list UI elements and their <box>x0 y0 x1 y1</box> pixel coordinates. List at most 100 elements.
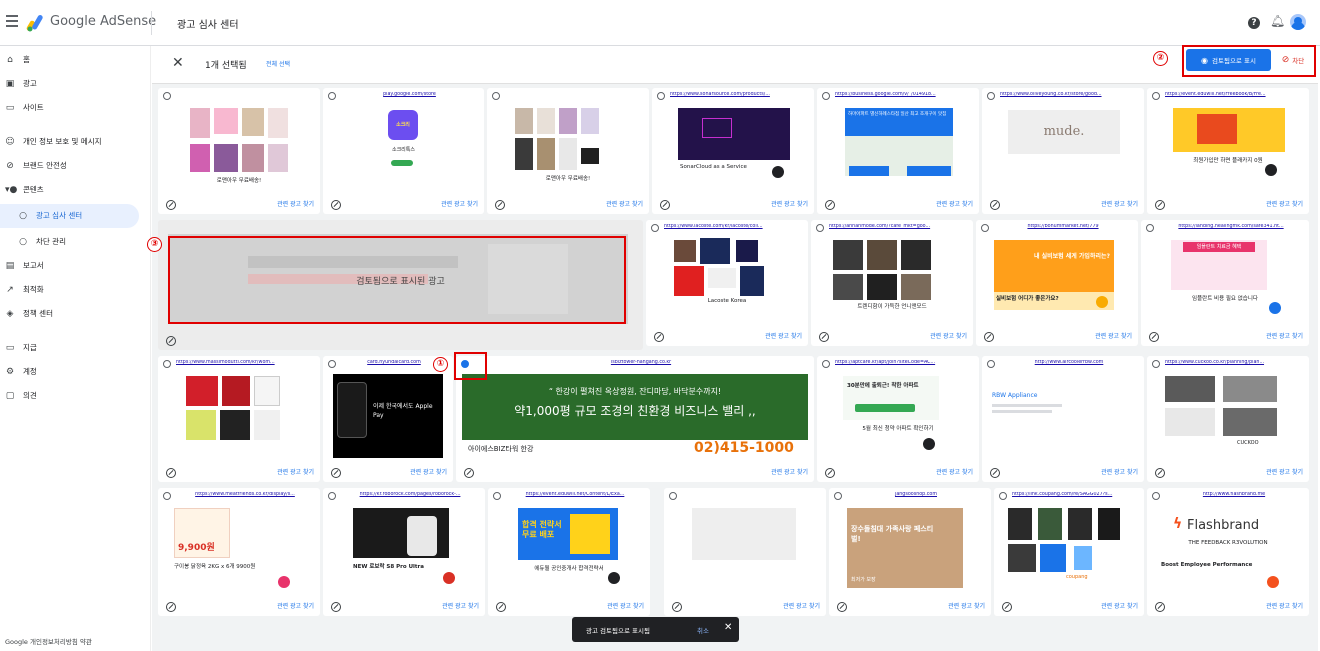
block-icon[interactable] <box>984 332 994 342</box>
ad-card[interactable]: play.google.com/store 소크리 소크리톡스 관련 광고 찾기 <box>323 88 484 214</box>
block-icon[interactable] <box>166 468 176 478</box>
select-radio[interactable] <box>987 92 995 100</box>
related-ads-link[interactable]: 관련 광고 찾기 <box>277 601 314 610</box>
select-radio[interactable] <box>163 92 171 100</box>
sidebar-item-ad-review-center[interactable]: ○ 광고 심사 센터 <box>0 204 139 228</box>
ad-card[interactable]: card.hyundaicard.com 이제 한국에서도 Apple Pay … <box>323 356 453 482</box>
sidebar-item-sites[interactable]: ▭ 사이트 <box>0 96 140 120</box>
ad-url[interactable]: https://www.cuckoo.co.kr/planning/plan..… <box>1165 360 1303 365</box>
ad-url[interactable]: http://www.flashbrand.me <box>1165 492 1303 497</box>
ad-url[interactable]: https://link.coupang.com/re/SAGG027?s... <box>1012 492 1138 497</box>
ad-url[interactable]: https://bohummarket.net/779 <box>994 224 1132 229</box>
block-icon[interactable] <box>1149 332 1159 342</box>
close-icon[interactable]: ✕ <box>724 622 732 633</box>
block-icon[interactable] <box>672 602 682 612</box>
related-ads-link[interactable]: 관련 광고 찾기 <box>1266 331 1303 340</box>
block-icon[interactable] <box>1002 602 1012 612</box>
select-radio[interactable] <box>492 92 500 100</box>
ad-card[interactable]: 관련 광고 찾기 <box>664 488 826 616</box>
ad-card[interactable]: http://www.aircoolerrbw.com RBW Applianc… <box>982 356 1144 482</box>
related-ads-link[interactable]: 관련 광고 찾기 <box>1101 601 1138 610</box>
ad-url[interactable]: https://landing.healingmk.com/safe341.ht… <box>1159 224 1303 229</box>
select-radio[interactable] <box>657 92 665 100</box>
ad-url[interactable]: http://www.aircoolerrbw.com <box>1000 360 1138 365</box>
related-ads-link[interactable]: 관련 광고 찾기 <box>441 199 478 208</box>
related-ads-link[interactable]: 관련 광고 찾기 <box>1266 199 1303 208</box>
sidebar-item-ads[interactable]: ▣ 광고 <box>0 72 140 96</box>
ad-url[interactable]: https://www.massimodutti.com/kr/wom... <box>176 360 314 365</box>
related-ads-link[interactable]: 관련 광고 찾기 <box>1266 601 1303 610</box>
select-radio[interactable] <box>999 492 1007 500</box>
ad-url[interactable]: https://business.google.com/v/_/014918..… <box>835 92 973 97</box>
ad-card[interactable]: jangsooshop.com 장수돌침대 가족사랑 페스티벌! 최저가 보장 … <box>829 488 991 616</box>
ad-url[interactable]: jangsooshop.com <box>847 492 985 497</box>
related-ads-link[interactable]: 관련 광고 찾기 <box>1101 199 1138 208</box>
related-ads-link[interactable]: 관련 광고 찾기 <box>936 199 973 208</box>
block-icon[interactable] <box>1155 468 1165 478</box>
block-icon[interactable] <box>331 468 341 478</box>
ad-url[interactable]: https://kr.roborock.com/pages/roborock-.… <box>341 492 479 497</box>
select-radio[interactable] <box>981 224 989 232</box>
select-radio[interactable] <box>328 492 336 500</box>
select-radio[interactable] <box>328 360 336 368</box>
select-all-link[interactable]: 전체 선택 <box>266 59 290 68</box>
block-icon[interactable] <box>990 200 1000 210</box>
ad-url[interactable]: card.hyundaicard.com <box>341 360 447 365</box>
ad-card[interactable]: https://link.coupang.com/re/SAGG027?s...… <box>994 488 1144 616</box>
select-radio[interactable] <box>493 492 501 500</box>
select-radio[interactable] <box>822 92 830 100</box>
close-icon[interactable]: ✕ <box>172 55 184 71</box>
ad-card[interactable]: https://aptcare.kr/apt/join?siteCode=AC.… <box>817 356 979 482</box>
select-radio[interactable] <box>163 492 171 500</box>
block-icon[interactable] <box>166 602 176 612</box>
related-ads-link[interactable]: 관련 광고 찾기 <box>410 467 447 476</box>
ad-url[interactable]: isbiztower-hangang.co.kr <box>474 360 808 365</box>
block-icon[interactable] <box>495 200 505 210</box>
ad-url[interactable]: https://event.eduwill.net/Freebook/B/Fre… <box>1165 92 1303 97</box>
ad-card[interactable]: https://www.oliveyoung.co.kr/store/good.… <box>982 88 1144 214</box>
select-radio[interactable] <box>822 360 830 368</box>
block-icon[interactable] <box>660 200 670 210</box>
ad-url[interactable]: https://www.meatfriends.co.kr/display/s.… <box>176 492 314 497</box>
ad-card[interactable]: https://event.eduwill.net/Content/L/Exa.… <box>488 488 650 616</box>
sidebar-item-policy-center[interactable]: ◈ 정책 센터 <box>0 302 140 326</box>
ad-card[interactable]: http://www.flashbrand.me ϟ Flashbrand TH… <box>1147 488 1309 616</box>
ad-url[interactable]: https://event.eduwill.net/Content/L/Exa.… <box>506 492 644 497</box>
sidebar-item-reports[interactable]: ▤ 보고서 <box>0 254 140 278</box>
related-ads-link[interactable]: 관련 광고 찾기 <box>930 331 967 340</box>
menu-icon[interactable] <box>6 15 18 27</box>
related-ads-link[interactable]: 관련 광고 찾기 <box>277 467 314 476</box>
block-icon[interactable] <box>496 602 506 612</box>
ad-card[interactable]: 로맨아우 무료배송! 관련 광고 찾기 <box>487 88 649 214</box>
sidebar-item-brand-safety[interactable]: ⊘ 브랜드 안전성 <box>0 154 140 178</box>
mark-reviewed-button[interactable]: ◉ 검토됨으로 표시 <box>1186 49 1271 71</box>
ad-card[interactable]: https://www.massimodutti.com/kr/wom... 관… <box>158 356 320 482</box>
block-icon[interactable] <box>331 602 341 612</box>
ad-card[interactable]: isbiztower-hangang.co.kr “ 한강이 펼쳐진 옥상정원,… <box>456 356 814 482</box>
related-ads-link[interactable]: 관련 광고 찾기 <box>1095 331 1132 340</box>
block-icon[interactable] <box>1155 200 1165 210</box>
related-ads-link[interactable]: 관련 광고 찾기 <box>607 601 644 610</box>
select-radio[interactable] <box>1152 360 1160 368</box>
related-ads-link[interactable]: 관련 광고 찾기 <box>936 467 973 476</box>
ad-url[interactable]: https://www.oliveyoung.co.kr/store/good.… <box>1000 92 1138 97</box>
sidebar-item-feedback[interactable]: ▢ 의견 <box>0 384 140 408</box>
block-icon[interactable] <box>331 200 341 210</box>
block-icon[interactable] <box>166 200 176 210</box>
ad-card[interactable]: https://bohummarket.net/779 내 실비보험 세게 가입… <box>976 220 1138 346</box>
related-ads-link[interactable]: 관련 광고 찾기 <box>606 199 643 208</box>
ad-card[interactable]: https://www.sonarsource.com/products/...… <box>652 88 814 214</box>
select-radio[interactable] <box>1146 224 1154 232</box>
related-ads-link[interactable]: 관련 광고 찾기 <box>442 601 479 610</box>
block-icon[interactable] <box>1155 602 1165 612</box>
related-ads-link[interactable]: 관련 광고 찾기 <box>771 199 808 208</box>
ad-card[interactable]: https://landing.healingmk.com/safe341.ht… <box>1141 220 1309 346</box>
undo-button[interactable]: 취소 <box>697 625 709 635</box>
notification-icon[interactable]: 🔔︎ <box>1270 14 1285 28</box>
sidebar-item-payments[interactable]: ▭ 지급 <box>0 336 140 360</box>
sidebar-item-content[interactable]: ▾● 콘텐츠 <box>0 178 140 202</box>
block-icon[interactable] <box>819 332 829 342</box>
select-radio[interactable] <box>816 224 824 232</box>
select-radio[interactable] <box>1152 492 1160 500</box>
sidebar-item-account[interactable]: ⚙ 계정 <box>0 360 140 384</box>
